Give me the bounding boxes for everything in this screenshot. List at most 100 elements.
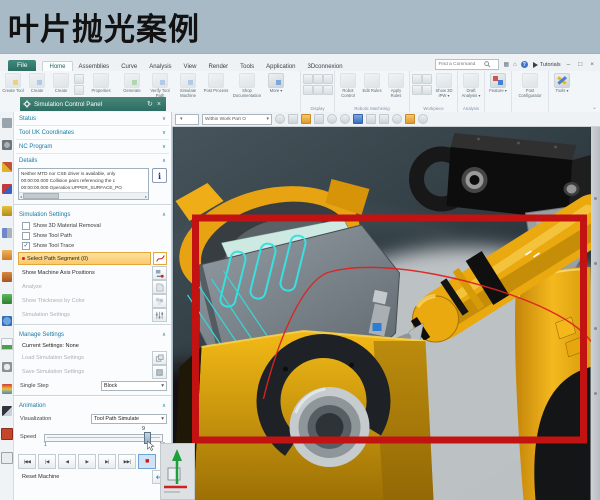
assembly-navigator-icon[interactable] xyxy=(2,118,12,128)
details-log-box[interactable]: Neither MTD nor CSE driver is available,… xyxy=(18,168,149,200)
color-legend-icon[interactable] xyxy=(2,384,12,394)
machine-navigator-icon[interactable] xyxy=(2,206,12,216)
selection-scope-dropdown[interactable]: Within Work Part O xyxy=(202,114,272,125)
wireframe-display-icon[interactable] xyxy=(379,114,389,124)
section-status[interactable]: Status∨ xyxy=(14,112,171,125)
section-animation[interactable]: Animation∧ xyxy=(14,399,171,412)
checkbox-show-3d-material-removal[interactable]: Show 3D Material Removal xyxy=(14,221,171,231)
move-object-icon[interactable] xyxy=(288,114,298,124)
show-3d-ipw-button[interactable]: Show 3D IPW xyxy=(433,73,455,99)
robot-control-button[interactable]: Robot Control xyxy=(337,73,359,99)
robot-base-column[interactable] xyxy=(515,267,591,500)
create-tool-button[interactable]: Create Tool xyxy=(2,73,24,94)
search-input[interactable] xyxy=(438,62,484,67)
selection-filter-dropdown[interactable] xyxy=(175,114,199,125)
play-forward-button[interactable]: ▶ xyxy=(78,454,96,469)
checkbox-checked-icon[interactable]: ✓ xyxy=(22,242,30,250)
globe-icon[interactable] xyxy=(418,114,428,124)
section-simulation-settings[interactable]: Simulation Settings∧ xyxy=(14,208,171,221)
analyze-button[interactable] xyxy=(152,280,167,294)
close-button[interactable]: × xyxy=(588,61,596,68)
part-navigator-icon[interactable] xyxy=(2,250,12,260)
manual-book-icon[interactable] xyxy=(1,428,13,440)
path-segment-curve-button[interactable] xyxy=(153,252,167,265)
home-icon[interactable]: ⌂ xyxy=(513,62,517,68)
command-search[interactable] xyxy=(435,59,499,70)
viewport-3d[interactable] xyxy=(173,127,591,500)
stop-button[interactable]: ■ xyxy=(138,454,156,469)
feature-button[interactable]: Feature xyxy=(487,73,509,94)
shaded-display-icon[interactable] xyxy=(366,114,376,124)
step-back-button[interactable]: ◀ xyxy=(58,454,76,469)
go-to-end-button[interactable]: ▶▶| xyxy=(118,454,136,469)
reset-machine-row[interactable]: Reset Machine ↵ xyxy=(14,470,171,484)
tools-button[interactable]: Tools xyxy=(551,73,573,94)
checkbox-icon[interactable] xyxy=(22,232,30,240)
chart-icon[interactable] xyxy=(2,294,12,304)
more-button[interactable]: More xyxy=(265,73,287,94)
file-menu-button[interactable]: File xyxy=(8,60,36,71)
load-settings-button[interactable] xyxy=(152,351,167,365)
window-icon[interactable] xyxy=(405,114,415,124)
collision-pairs-icon[interactable] xyxy=(2,184,12,194)
analyze-row[interactable]: Analyze xyxy=(14,280,171,294)
window-style-icon[interactable]: ▦ xyxy=(503,61,509,68)
checkbox-icon[interactable] xyxy=(22,222,30,230)
pan-icon[interactable] xyxy=(314,114,324,124)
rotate-view-icon[interactable] xyxy=(340,114,350,124)
fit-view-icon[interactable] xyxy=(353,114,363,124)
section-tool-uk-coordinates[interactable]: Tool UK Coordinates∨ xyxy=(14,126,171,139)
properties-button[interactable]: Properties xyxy=(85,73,117,94)
horizontal-scrollbar[interactable]: ◂ ▸ xyxy=(19,192,148,199)
edit-rules-button[interactable]: Edit Rules xyxy=(361,73,383,94)
show-thickness-by-color-row[interactable]: Show Thickness by Color xyxy=(14,294,171,308)
apply-rules-button[interactable]: Apply Rules xyxy=(385,73,407,99)
scroll-right-icon[interactable]: ▸ xyxy=(144,194,148,199)
simulation-settings-row[interactable]: Simulation Settings xyxy=(14,308,171,322)
minimize-button[interactable]: – xyxy=(565,61,573,68)
simulation-settings-button[interactable] xyxy=(152,308,167,322)
checkbox-show-tool-path[interactable]: Show Tool Path xyxy=(14,231,171,241)
simulation-panel-header[interactable]: Simulation Control Panel ↻ × xyxy=(20,97,166,111)
tool-library-icon[interactable] xyxy=(2,162,12,172)
section-manage-settings[interactable]: Manage Settings∧ xyxy=(14,328,171,341)
layers-icon[interactable] xyxy=(2,272,12,282)
generate-button[interactable]: Generate xyxy=(119,73,145,94)
section-details[interactable]: Details∧ xyxy=(14,154,171,167)
save-simulation-settings-row[interactable]: Save Simulation Settings xyxy=(14,365,171,379)
shop-documentation-button[interactable]: Shop Documentation xyxy=(231,73,263,99)
checkbox-show-tool-trace[interactable]: ✓Show Tool Trace xyxy=(14,241,171,251)
bearing-hub[interactable] xyxy=(290,387,370,467)
create-operation-button[interactable]: Create xyxy=(50,73,72,94)
machine-axis-positions-button[interactable] xyxy=(152,266,167,280)
information-icon[interactable]: i xyxy=(152,168,167,183)
step-forward-block-button[interactable]: ▶| xyxy=(98,454,116,469)
tutorials-link[interactable]: Tutorials xyxy=(532,62,561,68)
show-machine-axis-positions-row[interactable]: Show Machine Axis Positions xyxy=(14,266,171,280)
settings-gear-icon[interactable] xyxy=(2,140,12,150)
panel-close-icon[interactable]: × xyxy=(155,101,163,108)
go-to-start-button[interactable]: |◀◀ xyxy=(18,454,36,469)
operation-navigator-icon[interactable] xyxy=(2,228,12,238)
post-process-button[interactable]: Post Process xyxy=(203,73,229,94)
thickness-color-button[interactable] xyxy=(152,294,167,308)
select-arrow-icon[interactable] xyxy=(2,406,12,416)
right-scrollbar-strip[interactable] xyxy=(591,127,600,500)
restore-button[interactable]: □ xyxy=(576,61,584,68)
section-nc-program[interactable]: NC Program∨ xyxy=(14,140,171,153)
simulate-machine-button[interactable]: Simulate Machine xyxy=(175,73,201,99)
draft-analysis-button[interactable]: Draft Analysis xyxy=(460,73,482,99)
history-file-icon[interactable] xyxy=(1,338,13,350)
help-icon[interactable]: ? xyxy=(521,61,528,68)
operation-mini-buttons[interactable] xyxy=(74,73,83,95)
web-browser-icon[interactable] xyxy=(2,316,12,326)
scroll-thumb[interactable] xyxy=(23,193,59,199)
step-back-block-button[interactable]: |◀ xyxy=(38,454,56,469)
menu-orientation-icon[interactable] xyxy=(301,114,311,124)
snap-point-icon[interactable] xyxy=(275,114,285,124)
clock-history-icon[interactable] xyxy=(2,362,12,372)
notes-icon[interactable] xyxy=(1,452,13,464)
visualization-dropdown[interactable]: Tool Path Simulate xyxy=(91,414,167,424)
verify-tool-path-button[interactable]: Verify Tool Path xyxy=(147,73,173,99)
zoom-icon[interactable] xyxy=(327,114,337,124)
